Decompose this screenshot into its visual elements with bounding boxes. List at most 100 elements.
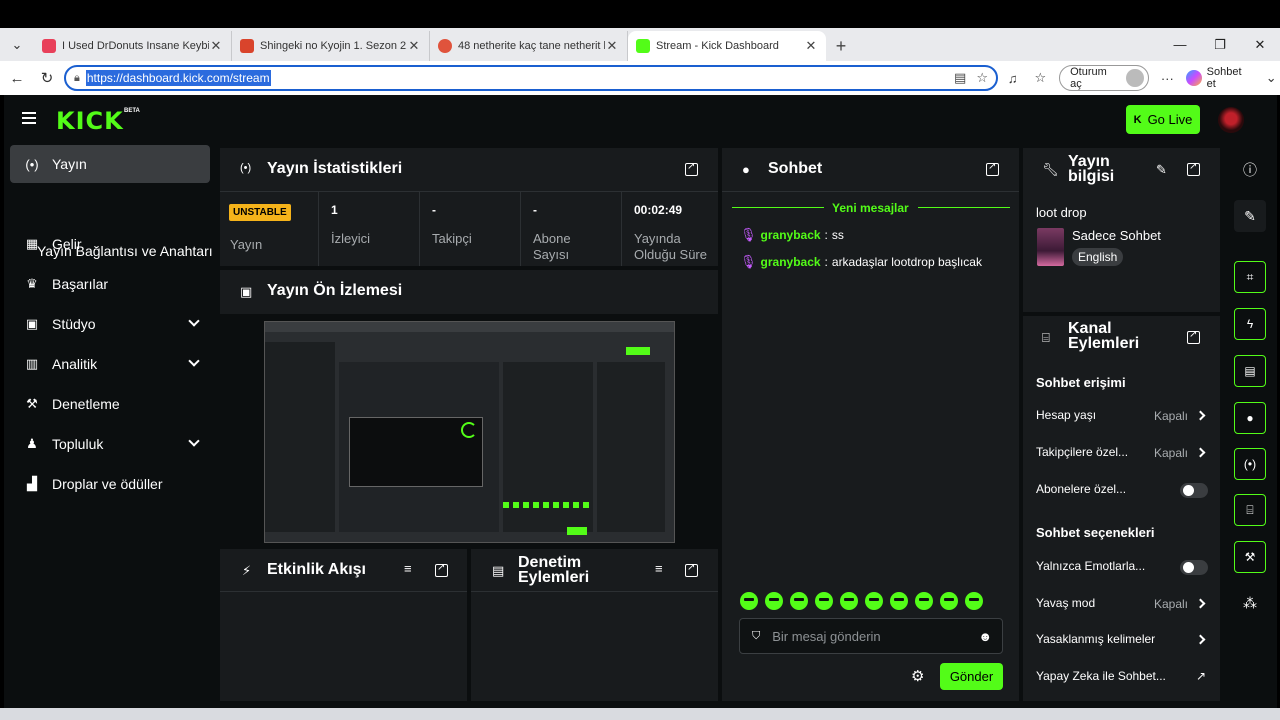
account-age-row[interactable]: Hesap yaşı Kapalı [1036, 408, 1206, 426]
media-icon[interactable]: ♫ [1004, 71, 1022, 86]
sidebar-item-analytics[interactable]: ▥ Analitik [10, 345, 210, 383]
url-field[interactable]: 🔒︎ https://dashboard.kick.com/stream ▤ ☆ [64, 65, 998, 91]
sidebar-item-community[interactable]: ♟ Topluluk [10, 425, 210, 463]
chevron-down-icon[interactable]: ⌄ [1262, 70, 1280, 86]
row-label: Takipçilere özel... [1036, 445, 1129, 459]
stat-value: 00:02:49 [634, 203, 683, 217]
filter-icon[interactable]: ≡ [404, 561, 412, 576]
close-window-icon[interactable]: ✕ [1240, 28, 1280, 61]
refresh-icon[interactable]: ↻ [32, 69, 62, 87]
chevron-right-icon [1195, 410, 1206, 421]
emote-icon[interactable] [915, 592, 933, 610]
emote-bar [740, 592, 1004, 612]
sidebar-item-achievements[interactable]: ♛ Başarılar [10, 265, 210, 303]
close-tab-icon[interactable]: ✕ [804, 38, 818, 54]
emote-icon[interactable] [840, 592, 858, 610]
channel-actions-icon[interactable]: ⌸ [1234, 494, 1266, 526]
popout-icon[interactable] [685, 562, 698, 577]
tab-actions-icon[interactable]: ⌄ [0, 28, 34, 61]
emotes-only-toggle[interactable] [1180, 560, 1208, 575]
sidebar-item-drops[interactable]: ▟ Droplar ve ödüller [10, 465, 210, 503]
emote-icon[interactable] [765, 592, 783, 610]
wrench-icon[interactable]: ⚒ [1234, 541, 1266, 573]
address-bar-row: ← ↻ 🔒︎ https://dashboard.kick.com/stream… [0, 61, 1280, 95]
document-icon[interactable]: ▤ [1234, 355, 1266, 387]
close-tab-icon[interactable]: ✕ [605, 38, 619, 54]
close-tab-icon[interactable]: ✕ [209, 38, 223, 54]
filter-icon[interactable]: ≡ [655, 561, 663, 576]
emote-icon[interactable] [740, 592, 758, 610]
emoji-picker-icon[interactable]: ☻ [978, 629, 992, 644]
chat-username[interactable]: granyback [761, 228, 821, 242]
emote-icon[interactable] [865, 592, 883, 610]
stat-label: Yayında [634, 231, 681, 246]
avatar[interactable] [1218, 107, 1244, 133]
signin-button[interactable]: Oturum aç [1059, 65, 1149, 91]
broadcast-icon[interactable]: (•) [1234, 448, 1266, 480]
browser-tab[interactable]: 48 netherite kaç tane netherit blok ✕ [430, 31, 628, 61]
sidebar-item-studio[interactable]: ▣ Stüdyo [10, 305, 210, 343]
popout-icon[interactable] [685, 161, 698, 176]
maximize-icon[interactable]: ❐ [1200, 28, 1240, 61]
copilot-label: Sohbet et [1206, 66, 1242, 90]
chevron-right-icon [1195, 634, 1206, 645]
stream-preview-video[interactable] [264, 321, 675, 543]
stat-status: UNSTABLE Yayın [220, 191, 318, 266]
ai-chat-row[interactable]: Yapay Zeka ile Sohbet... ↗ [1036, 669, 1206, 687]
banned-words-row[interactable]: Yasaklanmış kelimeler [1036, 632, 1206, 650]
copilot-button[interactable]: Sohbet et [1186, 66, 1252, 90]
clip-icon[interactable]: ⌗ [1234, 261, 1266, 293]
minimize-icon[interactable]: — [1160, 28, 1200, 61]
popout-icon[interactable] [986, 161, 999, 176]
beta-label: BETA [124, 108, 140, 114]
chat-bubble-icon[interactable]: ● [1234, 402, 1266, 434]
chevron-down-icon [188, 355, 200, 367]
subscribers-only-toggle[interactable] [1180, 483, 1208, 498]
row-label: Yapay Zeka ile Sohbet... [1036, 669, 1166, 683]
back-icon[interactable]: ← [2, 70, 32, 87]
chat-username[interactable]: granyback [761, 255, 821, 269]
edit-pencil-icon[interactable]: ✎ [1234, 200, 1266, 232]
kick-logo[interactable]: KICK [56, 107, 124, 135]
send-button[interactable]: Gönder [940, 663, 1003, 690]
info-icon[interactable]: ⓘ [1234, 154, 1266, 186]
slow-mode-row[interactable]: Yavaş mod Kapalı [1036, 596, 1206, 614]
emote-icon[interactable] [790, 592, 808, 610]
tab-title: Shingeki no Kyojin 1. Sezon 21. Bölü [260, 40, 407, 52]
stat-label: İzleyici [331, 231, 371, 246]
channel-actions-icon: ⌸ [1042, 330, 1050, 345]
kick-favicon-icon [636, 39, 650, 53]
emote-icon[interactable] [965, 592, 983, 610]
shield-icon: ⛉ [752, 629, 761, 642]
hamburger-menu-icon[interactable] [22, 112, 36, 124]
reader-mode-icon[interactable]: ▤ [954, 70, 966, 86]
favorite-star-icon[interactable]: ☆ [976, 70, 988, 86]
edit-pencil-icon[interactable]: ✎ [1156, 162, 1167, 178]
browser-tab[interactable]: I Used DrDonuts Insane Keybinds - ✕ [34, 31, 232, 61]
chat-title: Sohbet [768, 160, 823, 177]
go-live-button[interactable]: K Go Live [1126, 105, 1200, 134]
popout-icon[interactable] [1187, 161, 1200, 176]
close-tab-icon[interactable]: ✕ [407, 38, 421, 54]
emote-icon[interactable] [815, 592, 833, 610]
gear-icon[interactable]: ⚙ [911, 667, 924, 685]
browser-tab[interactable]: Shingeki no Kyojin 1. Sezon 21. Bölü ✕ [232, 31, 430, 61]
sidebar-item-moderation[interactable]: ⚒ Denetleme [10, 385, 210, 423]
emote-icon[interactable] [940, 592, 958, 610]
popout-icon[interactable] [435, 562, 448, 577]
sidebar-item-revenue[interactable]: ▦ Gelir [10, 225, 210, 263]
more-icon[interactable]: ··· [1159, 71, 1177, 86]
chat-input[interactable] [772, 628, 963, 644]
stream-info-title: bilgisi [1068, 168, 1115, 185]
widgets-icon[interactable]: ⁂ [1234, 587, 1266, 619]
new-tab-button[interactable]: + [826, 31, 856, 61]
followers-only-row[interactable]: Takipçilere özel... Kapalı [1036, 445, 1206, 463]
lightning-icon[interactable]: ϟ [1234, 308, 1266, 340]
row-label: Yalnızca Emotlarla... [1036, 559, 1146, 573]
favorites-icon[interactable]: ☆ [1032, 70, 1050, 86]
popout-icon[interactable] [1187, 329, 1200, 344]
chat-message: 🎙︎ granyback: arkadaşlar lootdrop başlıc… [740, 254, 982, 270]
sidebar-item-stream[interactable]: (•) Yayın [10, 145, 210, 183]
emote-icon[interactable] [890, 592, 908, 610]
browser-tab-active[interactable]: Stream - Kick Dashboard ✕ [628, 31, 826, 61]
